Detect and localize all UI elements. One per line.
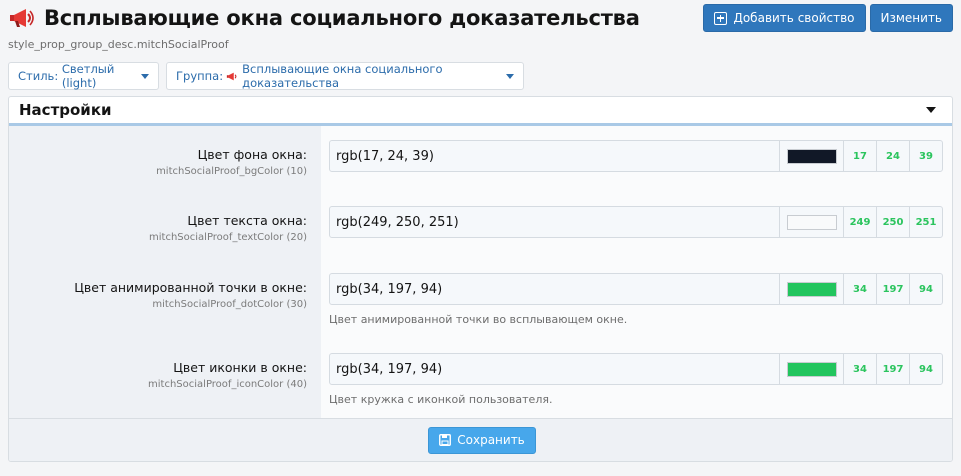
property-hint: Цвет анимированной точки во всплывающем … xyxy=(329,313,628,326)
blue-channel: 94 xyxy=(909,354,942,384)
property-label: Цвет анимированной точки в окне: xyxy=(74,280,307,295)
green-channel: 250 xyxy=(876,207,909,237)
color-swatch-button[interactable] xyxy=(779,141,843,171)
red-channel: 34 xyxy=(843,274,876,304)
property-key: mitchSocialProof_textColor (20) xyxy=(149,232,307,243)
save-button[interactable]: Сохранить xyxy=(428,426,536,454)
megaphone-icon xyxy=(10,9,34,27)
color-swatch xyxy=(786,281,837,297)
save-button-label: Сохранить xyxy=(457,433,525,447)
property-label-wrap: Цвет анимированной точки в окне: mitchSo… xyxy=(9,280,307,310)
property-label: Цвет иконки в окне: xyxy=(173,360,307,375)
add-property-button[interactable]: Добавить свойство xyxy=(703,4,866,32)
color-swatch xyxy=(786,361,837,377)
group-filter-prefix: Группа: xyxy=(176,69,224,83)
add-property-label: Добавить свойство xyxy=(733,11,855,25)
red-channel: 17 xyxy=(843,141,876,171)
green-channel: 24 xyxy=(876,141,909,171)
property-hint: Цвет кружка с иконкой пользователя. xyxy=(329,393,553,406)
blue-channel: 39 xyxy=(909,141,942,171)
settings-block-title: Настройки xyxy=(19,101,112,119)
property-label-wrap: Цвет иконки в окне: mitchSocialProof_ico… xyxy=(9,360,307,390)
color-field: 249 250 251 xyxy=(329,206,943,238)
color-swatch xyxy=(786,214,837,230)
property-label: Цвет текста окна: xyxy=(187,213,307,228)
header-actions: Добавить свойство Изменить xyxy=(703,4,953,32)
color-value-input[interactable] xyxy=(330,354,779,384)
color-swatch-button[interactable] xyxy=(779,354,843,384)
color-field: 17 24 39 xyxy=(329,140,943,172)
megaphone-icon xyxy=(226,72,237,80)
color-value-input[interactable] xyxy=(330,274,779,304)
chevron-down-icon xyxy=(141,73,149,79)
settings-block: Настройки Цвет фона окна: mitchSocialPro… xyxy=(8,96,953,462)
chevron-down-icon xyxy=(506,73,514,79)
color-value-input[interactable] xyxy=(330,207,779,237)
settings-block-header[interactable]: Настройки xyxy=(9,97,952,126)
plus-square-icon xyxy=(714,11,728,25)
red-channel: 249 xyxy=(843,207,876,237)
page-subtitle-key: style_prop_group_desc.mitchSocialProof xyxy=(8,38,229,51)
property-label: Цвет фона окна: xyxy=(197,147,307,162)
blue-channel: 94 xyxy=(909,274,942,304)
color-value-input[interactable] xyxy=(330,141,779,171)
property-key: mitchSocialProof_dotColor (30) xyxy=(152,299,307,310)
blue-channel: 251 xyxy=(909,207,942,237)
color-swatch-button[interactable] xyxy=(779,207,843,237)
color-field: 34 197 94 xyxy=(329,353,943,385)
red-channel: 34 xyxy=(843,354,876,384)
settings-block-body: Цвет фона окна: mitchSocialProof_bgColor… xyxy=(9,126,952,420)
page-header: Всплывающие окна социального доказательс… xyxy=(8,4,953,36)
style-filter-value: Светлый (light) xyxy=(61,62,115,90)
floppy-disk-icon xyxy=(439,434,452,446)
property-key: mitchSocialProof_bgColor (10) xyxy=(156,166,307,177)
page-title: Всплывающие окна социального доказательс… xyxy=(44,6,640,30)
group-filter[interactable]: Группа: Всплывающие окна социального док… xyxy=(166,62,524,90)
group-filter-value: Всплывающие окна социального доказательс… xyxy=(242,62,443,90)
green-channel: 197 xyxy=(876,354,909,384)
color-swatch xyxy=(786,148,837,164)
property-label-wrap: Цвет фона окна: mitchSocialProof_bgColor… xyxy=(9,147,307,177)
edit-button[interactable]: Изменить xyxy=(869,4,953,32)
property-key: mitchSocialProof_iconColor (40) xyxy=(148,379,307,390)
collapse-caret-icon[interactable] xyxy=(926,107,936,113)
green-channel: 197 xyxy=(876,274,909,304)
color-field: 34 197 94 xyxy=(329,273,943,305)
style-filter[interactable]: Стиль: Светлый (light) xyxy=(8,62,159,90)
color-swatch-button[interactable] xyxy=(779,274,843,304)
settings-block-footer: Сохранить xyxy=(9,418,952,461)
property-label-wrap: Цвет текста окна: mitchSocialProof_textC… xyxy=(9,213,307,243)
style-filter-prefix: Стиль: xyxy=(18,69,59,83)
